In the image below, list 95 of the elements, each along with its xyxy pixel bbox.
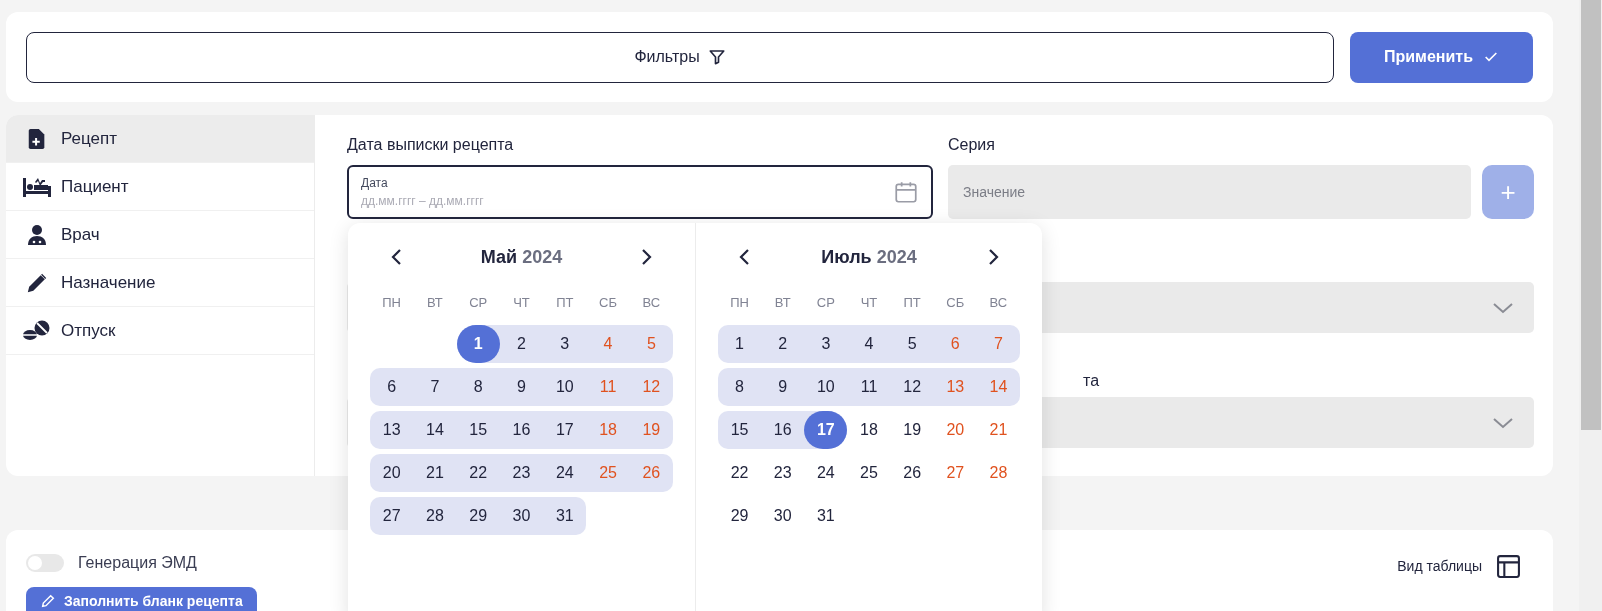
calendar-day[interactable]: 18 xyxy=(847,411,891,449)
calendar-day[interactable]: 24 xyxy=(543,454,587,492)
weekday-label: СБ xyxy=(598,294,618,312)
date-input[interactable]: дд.мм.гггг – дд.мм.гггг xyxy=(361,192,893,210)
calendar-day[interactable]: 28 xyxy=(413,497,457,535)
document-plus-icon xyxy=(27,127,47,150)
calendar-day[interactable]: 2 xyxy=(761,325,805,363)
chevron-right-icon[interactable] xyxy=(988,248,1000,266)
calendar-day[interactable]: 17 xyxy=(804,411,848,449)
calendar-day[interactable]: 9 xyxy=(761,368,805,406)
calendar-day[interactable]: 26 xyxy=(890,454,934,492)
pencil-icon xyxy=(40,593,56,609)
calendar-day[interactable]: 1 xyxy=(718,325,762,363)
scrollbar[interactable] xyxy=(1579,0,1602,611)
weekday-label: ПТ xyxy=(902,294,922,312)
calendar-day[interactable]: 16 xyxy=(499,411,544,449)
weekday-label: ПН xyxy=(381,294,402,312)
weekday-label: СР xyxy=(468,294,489,312)
series-field[interactable]: Значение xyxy=(948,165,1471,219)
calendar-day[interactable]: 5 xyxy=(890,325,934,363)
filters-button[interactable]: Фильтры xyxy=(26,31,1334,83)
calendar-day[interactable]: 14 xyxy=(413,411,457,449)
calendar-day[interactable]: 16 xyxy=(761,411,805,449)
calendar-day[interactable]: 27 xyxy=(933,454,977,492)
calendar-day[interactable]: 6 xyxy=(370,368,414,406)
calendar-day[interactable]: 20 xyxy=(370,454,414,492)
calendar-day[interactable]: 1 xyxy=(456,325,500,363)
field-label: Дата выписки рецепта xyxy=(347,135,515,155)
calendar-day[interactable]: 8 xyxy=(456,368,500,406)
calendar-day[interactable]: 27 xyxy=(370,497,414,535)
calendar-day[interactable]: 23 xyxy=(761,454,805,492)
calendar-day[interactable]: 4 xyxy=(847,325,891,363)
weekday-label: ПТ xyxy=(555,294,575,312)
calendar-day[interactable]: 29 xyxy=(718,497,762,535)
calendar-icon xyxy=(893,179,919,205)
calendar-day[interactable]: 30 xyxy=(761,497,805,535)
calendar-day[interactable]: 12 xyxy=(890,368,934,406)
table-view-label: Вид таблицы xyxy=(1397,557,1482,576)
calendar-day[interactable]: 31 xyxy=(804,497,848,535)
field-label: та xyxy=(1083,371,1100,391)
calendar-day[interactable]: 21 xyxy=(413,454,457,492)
calendar-day[interactable]: 22 xyxy=(718,454,762,492)
toggle-label: Генерация ЭМД xyxy=(78,552,197,573)
calendar-day[interactable]: 11 xyxy=(847,368,891,406)
calendar-day[interactable]: 15 xyxy=(456,411,500,449)
chevron-down-icon xyxy=(1492,416,1514,429)
fill-form-button[interactable]: Заполнить бланк рецепта xyxy=(26,587,257,611)
date-field[interactable]: Дата дд.мм.гггг – дд.мм.гггг xyxy=(347,165,933,219)
calendar-day[interactable]: 28 xyxy=(976,454,1020,492)
weekday-label: ВС xyxy=(641,294,662,312)
pencil-icon xyxy=(26,271,48,294)
filter-icon xyxy=(707,48,726,66)
calendar-day[interactable]: 2 xyxy=(499,325,544,363)
month-title: Июль 2024 xyxy=(821,245,917,269)
table-layout-icon[interactable] xyxy=(1496,554,1521,579)
pills-icon xyxy=(23,319,51,342)
calendar-day[interactable]: 29 xyxy=(456,497,500,535)
calendar-day[interactable]: 20 xyxy=(933,411,977,449)
month-title: Май 2024 xyxy=(480,245,563,269)
calendar-day[interactable]: 15 xyxy=(718,411,762,449)
weekday-label: ЧТ xyxy=(859,294,879,312)
chevron-down-icon xyxy=(1492,301,1514,314)
calendar-day[interactable]: 9 xyxy=(499,368,544,406)
weekday-label: СБ xyxy=(945,294,966,312)
calendar-day[interactable]: 3 xyxy=(804,325,848,363)
calendar-day[interactable]: 24 xyxy=(804,454,848,492)
calendar-day[interactable]: 19 xyxy=(890,411,934,449)
calendar-day[interactable]: 10 xyxy=(543,368,587,406)
calendar-day[interactable]: 13 xyxy=(370,411,414,449)
field-label: Дата xyxy=(361,175,389,192)
weekday-label: ВТ xyxy=(773,294,792,312)
calendar-day[interactable]: 31 xyxy=(543,497,587,535)
chevron-left-icon[interactable] xyxy=(390,248,402,266)
apply-button[interactable]: Применить xyxy=(1350,31,1533,83)
field-label: Серия xyxy=(948,135,996,155)
calendar-day[interactable]: 7 xyxy=(413,368,457,406)
weekday-label: ВТ xyxy=(426,294,444,312)
calendar-day[interactable]: 8 xyxy=(718,368,762,406)
calendar-day[interactable]: 23 xyxy=(499,454,544,492)
weekday-label: ЧТ xyxy=(512,294,531,312)
sidebar-item[interactable]: Рецепт xyxy=(6,115,314,163)
calendar-day[interactable]: 30 xyxy=(499,497,544,535)
calendar-day[interactable]: 17 xyxy=(543,411,587,449)
bed-icon xyxy=(23,175,51,198)
calendar-day[interactable]: 10 xyxy=(804,368,848,406)
chevron-left-icon[interactable] xyxy=(738,248,750,266)
calendar-day[interactable]: 22 xyxy=(456,454,500,492)
calendar-day[interactable]: 25 xyxy=(847,454,891,492)
calendar-day[interactable]: 3 xyxy=(543,325,587,363)
calendar-day[interactable]: 21 xyxy=(976,411,1020,449)
weekday-label: ПН xyxy=(729,294,750,312)
weekday-label: СР xyxy=(815,294,836,312)
chevron-right-icon[interactable] xyxy=(641,248,653,266)
doctor-icon xyxy=(27,223,47,246)
weekday-label: ВС xyxy=(988,294,1009,312)
